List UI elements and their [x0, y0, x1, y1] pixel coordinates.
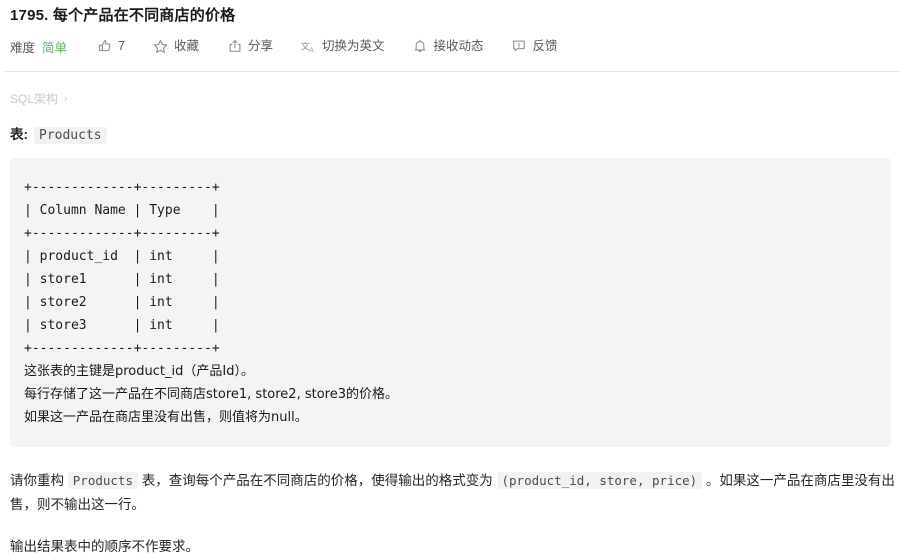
description-paragraph-1: 请你重构 Products 表，查询每个产品在不同商店的价格，使得输出的格式变为… — [8, 469, 903, 517]
thumbs-up-icon — [97, 39, 112, 54]
problem-page: 1795. 每个产品在不同商店的价格 难度 简单 7 收藏 分享 文 A 切换为… — [0, 0, 903, 557]
breadcrumb[interactable]: SQL架构 › — [8, 90, 895, 107]
desc-p1-before: 请你重构 — [10, 473, 68, 488]
feedback-label: 反馈 — [532, 38, 558, 53]
share-icon — [227, 39, 242, 54]
favorite-label: 收藏 — [173, 38, 199, 53]
like-button[interactable]: 7 — [97, 39, 125, 54]
share-button[interactable]: 分享 — [227, 39, 273, 54]
schema-code-block: +-------------+---------+ | Column Name … — [10, 158, 891, 447]
share-label: 分享 — [248, 38, 274, 53]
like-count: 7 — [118, 38, 125, 53]
svg-text:A: A — [309, 46, 314, 53]
table-caption-label: 表: — [10, 127, 28, 142]
feedback-button[interactable]: 反馈 — [512, 39, 558, 54]
header-divider — [4, 71, 899, 72]
problem-toolbar: 难度 简单 7 收藏 分享 文 A 切换为英文 接收动态 反馈 — [8, 35, 895, 57]
bell-icon — [413, 39, 428, 54]
difficulty-value[interactable]: 简单 — [42, 37, 67, 56]
ascii-schema-table: +-------------+---------+ | Column Name … — [24, 180, 220, 356]
table-name-code: Products — [34, 127, 107, 144]
translate-button[interactable]: 文 A 切换为英文 — [301, 39, 385, 54]
feedback-icon — [512, 39, 527, 54]
page-title: 1795. 每个产品在不同商店的价格 — [10, 7, 236, 24]
desc-p1-middle: 表，查询每个产品在不同商店的价格，使得输出的格式变为 — [137, 473, 497, 488]
subscribe-button[interactable]: 接收动态 — [413, 39, 484, 54]
schema-note-3: 如果这一产品在商店里没有出售，则值将为null。 — [24, 410, 308, 425]
breadcrumb-sql-schema[interactable]: SQL架构 — [10, 90, 58, 107]
schema-note-2: 每行存储了这一产品在不同商店store1, store2, store3的价格。 — [24, 387, 398, 402]
difficulty-label: 难度 — [10, 40, 36, 55]
table-caption: 表: Products — [8, 123, 895, 144]
chevron-right-icon: › — [64, 92, 68, 104]
schema-note-1: 这张表的主键是product_id（产品Id）。 — [24, 364, 254, 379]
difficulty-group: 难度 简单 — [10, 37, 67, 56]
translate-icon: 文 A — [301, 39, 316, 54]
desc-code-output-format: (product_id, store, price) — [496, 472, 703, 489]
description-paragraph-2: 输出结果表中的顺序不作要求。 — [10, 539, 199, 554]
favorite-button[interactable]: 收藏 — [153, 39, 199, 54]
translate-label: 切换为英文 — [322, 38, 385, 53]
star-icon — [153, 39, 168, 54]
subscribe-label: 接收动态 — [433, 38, 484, 53]
desc-code-products: Products — [67, 472, 138, 489]
